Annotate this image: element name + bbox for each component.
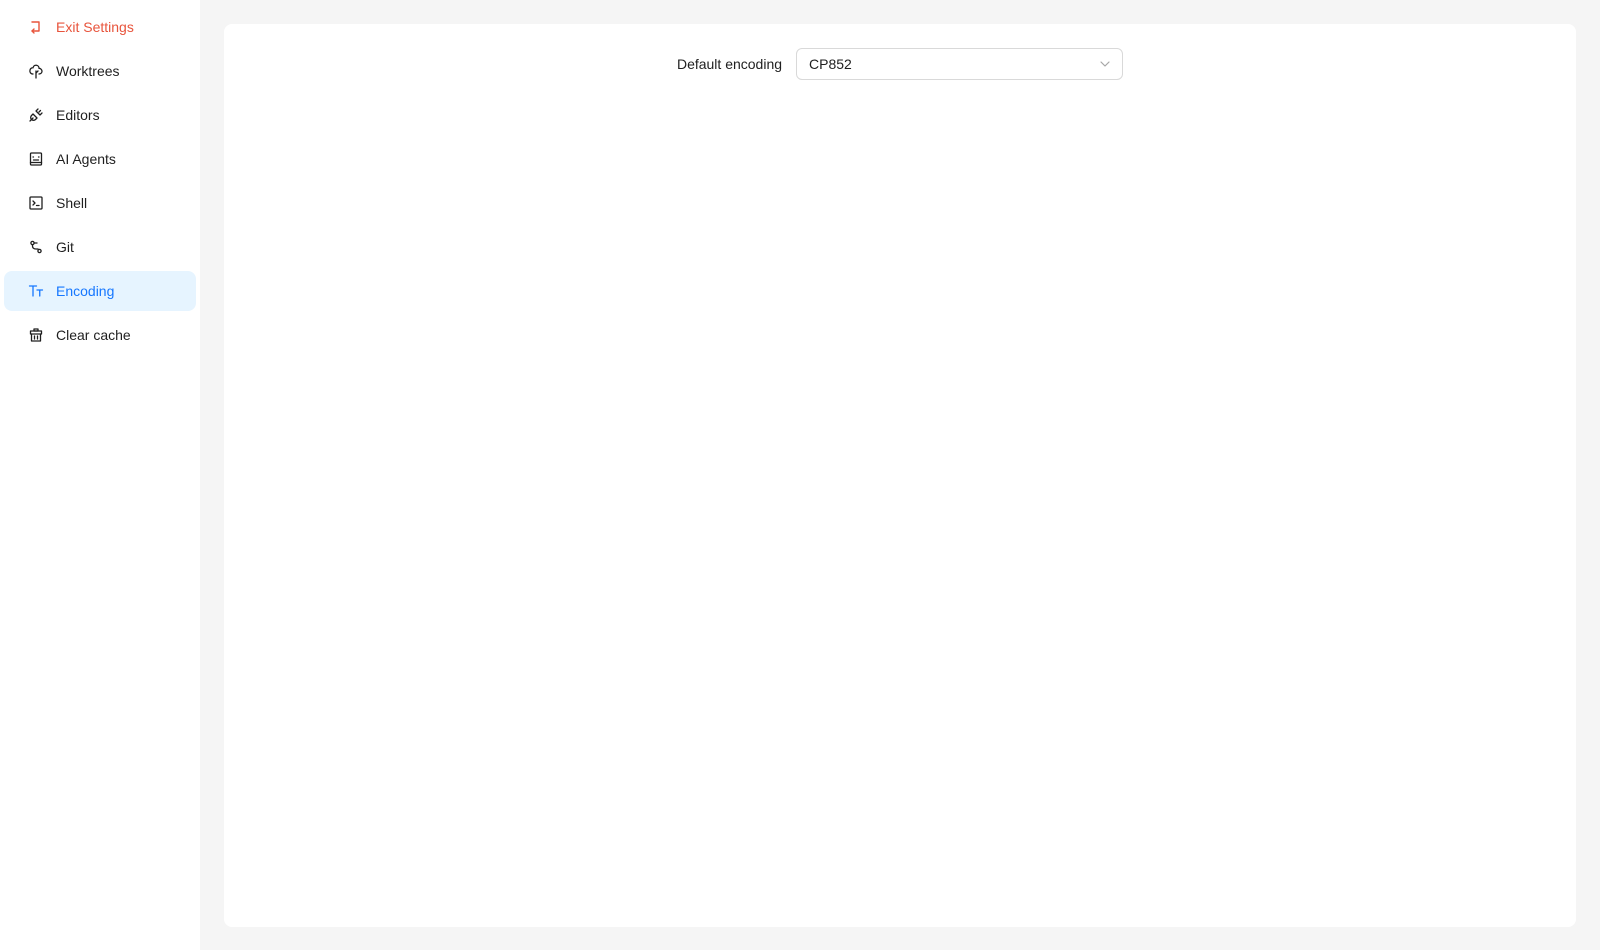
sidebar-item-git[interactable]: Git: [4, 227, 196, 267]
sidebar-item-label: AI Agents: [56, 151, 116, 167]
default-encoding-label: Default encoding: [676, 56, 783, 72]
sidebar-item-label: Encoding: [56, 283, 115, 299]
terminal-icon: [28, 195, 44, 211]
default-encoding-row: Default encoding CP852: [224, 48, 1576, 80]
exit-icon: [28, 19, 44, 35]
encoding-panel: Default encoding CP852: [224, 24, 1576, 927]
text-size-icon: [28, 283, 44, 299]
select-value: CP852: [809, 56, 852, 72]
sidebar-item-label: Git: [56, 239, 74, 255]
sidebar-item-editors[interactable]: Editors: [4, 95, 196, 135]
sidebar-item-label: Editors: [56, 107, 100, 123]
sidebar-item-label: Worktrees: [56, 63, 120, 79]
default-encoding-select[interactable]: CP852: [796, 48, 1124, 80]
plug-icon: [28, 107, 44, 123]
sidebar-item-clear-cache[interactable]: Clear cache: [4, 315, 196, 355]
settings-app: Exit Settings Worktrees Editors AI Agent…: [0, 0, 1600, 950]
sidebar-item-exit-settings[interactable]: Exit Settings: [4, 7, 196, 47]
sidebar-item-label: Shell: [56, 195, 88, 211]
trash-icon: [28, 327, 44, 343]
sidebar-item-ai-agents[interactable]: AI Agents: [4, 139, 196, 179]
git-icon: [28, 239, 44, 255]
sidebar-item-encoding[interactable]: Encoding: [4, 271, 196, 311]
sidebar-item-label: Exit Settings: [56, 19, 134, 35]
sidebar-item-label: Clear cache: [56, 327, 131, 343]
robot-icon: [28, 151, 44, 167]
tree-icon: [28, 63, 44, 79]
sidebar-item-shell[interactable]: Shell: [4, 183, 196, 223]
settings-content: Default encoding CP852: [200, 0, 1600, 950]
sidebar-item-worktrees[interactable]: Worktrees: [4, 51, 196, 91]
settings-sidebar: Exit Settings Worktrees Editors AI Agent…: [0, 0, 200, 950]
chevron-down-icon: [1099, 58, 1111, 70]
